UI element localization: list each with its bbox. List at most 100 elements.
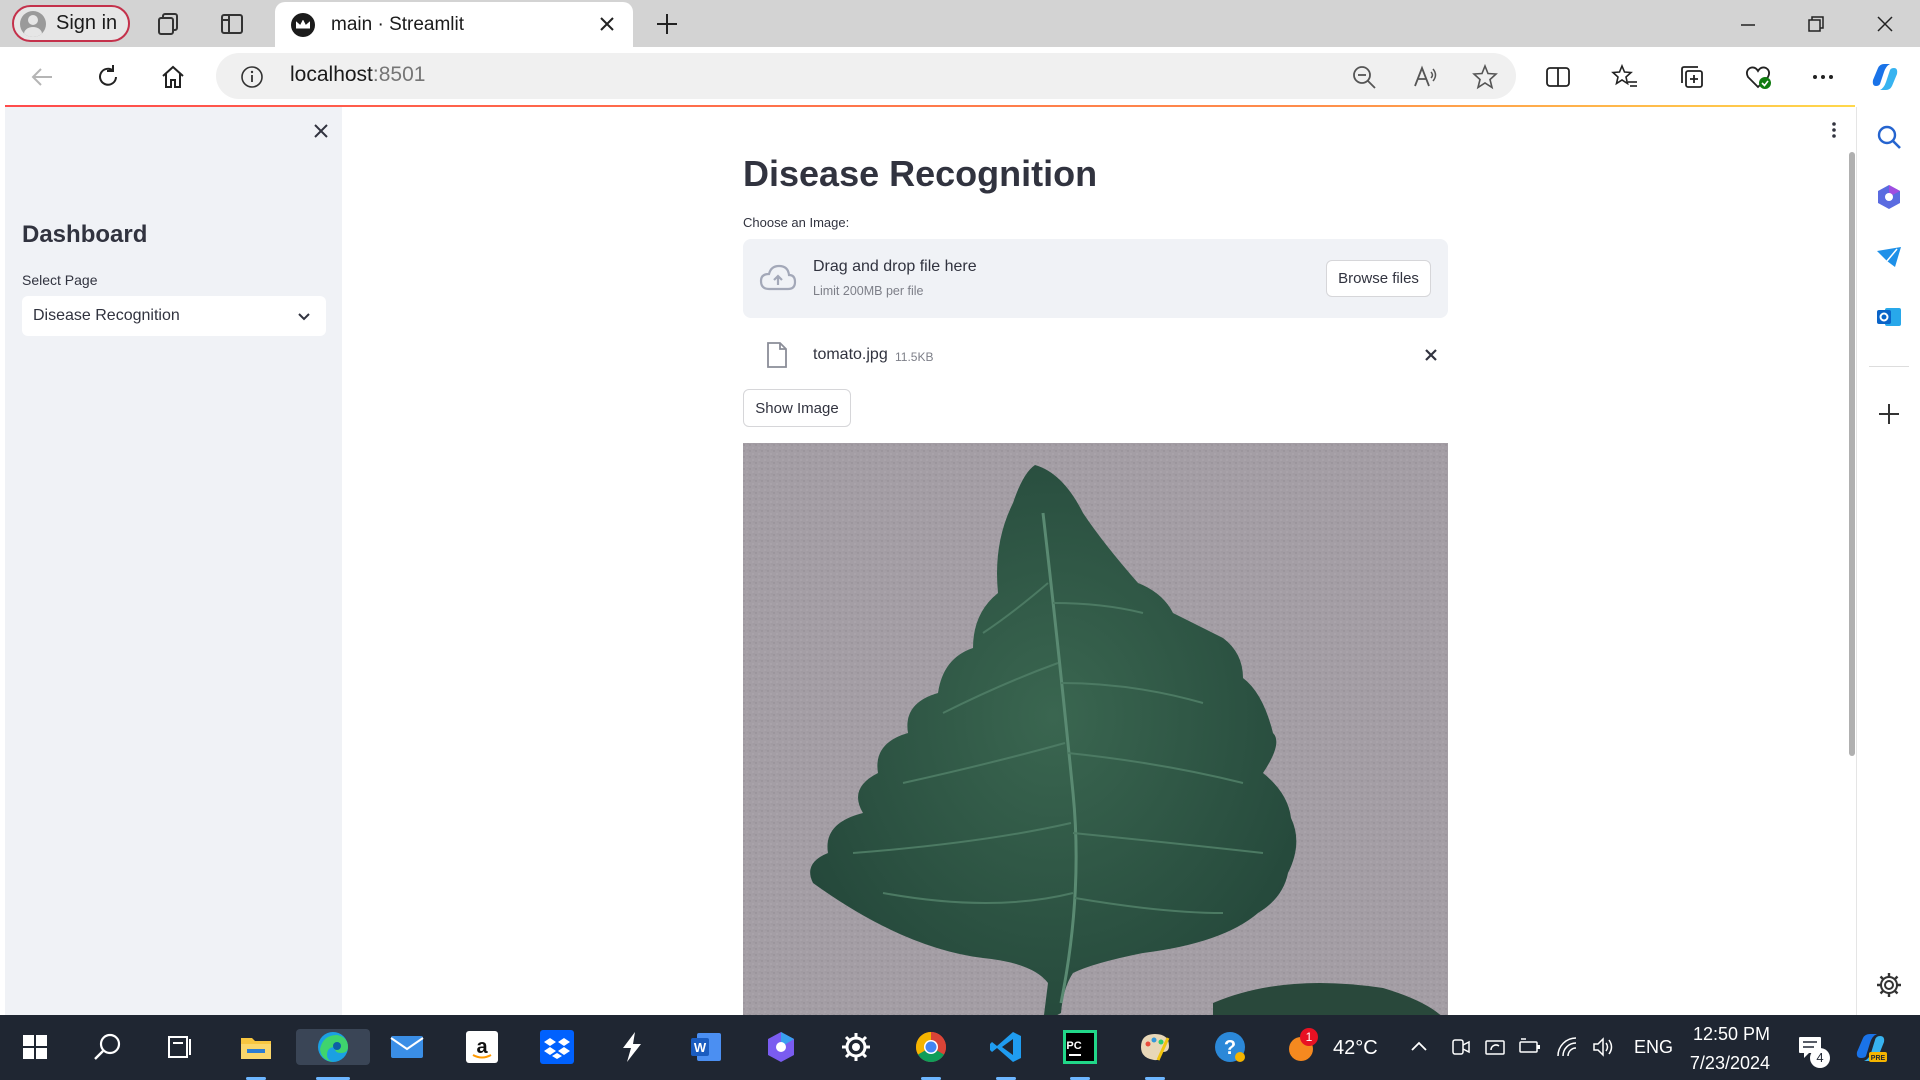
main-scrollbar-thumb[interactable] — [1849, 152, 1855, 756]
windows-taskbar: a W PC ? 1 42°C ENG 12:50 PM 7/23/2024 4… — [0, 1015, 1920, 1080]
chevron-down-icon — [296, 308, 312, 324]
url-port: :8501 — [372, 63, 426, 86]
site-info-icon[interactable] — [240, 65, 264, 89]
paint-icon[interactable] — [1137, 1029, 1173, 1065]
svg-text:W: W — [694, 1040, 707, 1055]
input-language[interactable]: ENG — [1634, 1037, 1673, 1058]
send-telegram-icon[interactable] — [1875, 243, 1903, 271]
favorite-star-icon[interactable] — [1471, 63, 1499, 91]
select-page-label: Select Page — [22, 272, 98, 288]
wifi-tray-icon[interactable] — [1482, 1029, 1508, 1065]
svg-text:PC: PC — [1066, 1040, 1081, 1052]
copilot-app-icon[interactable] — [763, 1029, 799, 1065]
uploaded-file-row: tomato.jpg 11.5KB — [743, 329, 1448, 379]
restore-window-icon[interactable] — [1796, 8, 1836, 40]
edge-browser-icon[interactable] — [296, 1029, 370, 1065]
weather-temperature[interactable]: 42°C — [1333, 1037, 1378, 1060]
tab-title: main · Streamlit — [331, 13, 465, 35]
favorites-list-icon[interactable] — [1608, 60, 1642, 94]
dropbox-icon[interactable] — [539, 1029, 575, 1065]
streamlit-main-area: Disease Recognition Choose an Image: Dra… — [342, 107, 1848, 1015]
read-aloud-icon[interactable] — [1411, 63, 1439, 91]
uploaded-file-name: tomato.jpg — [813, 346, 888, 363]
file-document-icon — [766, 342, 788, 368]
copilot-icon[interactable] — [1868, 60, 1902, 94]
streamlit-favicon-icon — [291, 12, 315, 37]
clock-time[interactable]: 12:50 PM — [1690, 1024, 1770, 1045]
weather-badge: 1 — [1300, 1028, 1318, 1046]
file-uploader-label: Choose an Image: — [743, 215, 850, 230]
address-bar[interactable]: localhost:8501 — [216, 53, 1516, 99]
new-tab-plus-icon[interactable] — [652, 9, 682, 39]
battery-icon[interactable] — [1517, 1029, 1543, 1065]
url-text[interactable]: localhost:8501 — [290, 63, 425, 87]
cloud-upload-icon — [759, 263, 797, 293]
word-icon[interactable]: W — [688, 1029, 724, 1065]
select-page-value: Disease Recognition — [33, 307, 180, 324]
file-dropzone[interactable]: Drag and drop file here Limit 200MB per … — [743, 239, 1448, 318]
uploaded-tomato-leaf-image — [743, 443, 1448, 1015]
minimize-window-icon[interactable] — [1728, 8, 1768, 40]
url-host: localhost — [290, 63, 373, 86]
svg-text:PRE: PRE — [1871, 1055, 1886, 1062]
browser-toolbar: localhost:8501 — [0, 47, 1920, 105]
taskbar-search-icon[interactable] — [90, 1029, 126, 1065]
zoom-out-icon[interactable] — [1350, 63, 1378, 91]
vscode-icon[interactable] — [988, 1029, 1024, 1065]
notification-count-badge: 4 — [1810, 1048, 1830, 1068]
mail-icon[interactable] — [389, 1029, 425, 1065]
clock-date[interactable]: 7/23/2024 — [1682, 1053, 1770, 1074]
workspaces-icon[interactable] — [154, 9, 184, 39]
browser-tab-strip: Sign in main · Streamlit — [0, 0, 1920, 47]
search-icon[interactable] — [1875, 123, 1903, 151]
more-options-icon[interactable] — [1806, 60, 1840, 94]
home-icon[interactable] — [156, 60, 190, 94]
browser-essentials-icon[interactable] — [1741, 60, 1775, 94]
settings-app-gear-icon[interactable] — [838, 1029, 874, 1065]
sidebar-heading: Dashboard — [22, 221, 148, 248]
volume-speaker-icon[interactable] — [1590, 1029, 1616, 1065]
file-explorer-icon[interactable] — [238, 1029, 274, 1065]
vertical-tabs-icon[interactable] — [217, 9, 247, 39]
network-icon[interactable] — [1555, 1029, 1581, 1065]
amazon-icon[interactable]: a — [464, 1029, 500, 1065]
get-help-icon[interactable]: ? — [1212, 1029, 1248, 1065]
remove-file-close-icon[interactable] — [1423, 347, 1439, 363]
meet-now-icon[interactable] — [1448, 1029, 1474, 1065]
back-arrow-icon[interactable] — [25, 60, 59, 94]
copilot-designer-icon[interactable] — [1875, 183, 1903, 211]
streamlit-sidebar: Dashboard Select Page Disease Recognitio… — [5, 107, 342, 1015]
task-view-icon[interactable] — [162, 1029, 198, 1065]
close-tab-icon[interactable] — [595, 12, 619, 36]
collections-icon[interactable] — [1675, 60, 1709, 94]
refresh-icon[interactable] — [91, 60, 125, 94]
settings-gear-icon[interactable] — [1875, 971, 1903, 999]
svg-text:?: ? — [1224, 1037, 1236, 1059]
close-window-icon[interactable] — [1865, 8, 1905, 40]
edge-sidebar-divider — [1869, 366, 1909, 367]
page-title: Disease Recognition — [743, 153, 1098, 194]
edge-sidebar — [1856, 107, 1920, 1015]
dropzone-instructions: Drag and drop file here — [813, 258, 977, 275]
split-screen-icon[interactable] — [1541, 60, 1575, 94]
svg-text:a: a — [476, 1036, 488, 1058]
lightning-app-icon[interactable] — [614, 1029, 650, 1065]
browse-files-button[interactable]: Browse files — [1326, 260, 1431, 297]
profile-avatar-icon — [20, 10, 46, 37]
copilot-preview-icon[interactable]: PRE — [1852, 1029, 1888, 1065]
pycharm-icon[interactable]: PC — [1062, 1029, 1098, 1065]
show-hidden-icons-chevron-up-icon[interactable] — [1406, 1029, 1432, 1065]
show-image-button[interactable]: Show Image — [743, 389, 851, 427]
collapse-sidebar-close-icon[interactable] — [311, 121, 331, 141]
profile-sign-in-button[interactable]: Sign in — [12, 5, 130, 42]
add-app-plus-icon[interactable] — [1875, 400, 1903, 428]
windows-start-icon[interactable] — [17, 1029, 53, 1065]
dropzone-size-limit: Limit 200MB per file — [813, 284, 924, 298]
chrome-icon[interactable] — [913, 1029, 949, 1065]
outlook-icon[interactable] — [1875, 303, 1903, 331]
uploaded-file-size: 11.5KB — [895, 350, 934, 364]
select-page-dropdown[interactable]: Disease Recognition — [22, 296, 326, 336]
active-tab[interactable]: main · Streamlit — [275, 2, 633, 47]
sign-in-label: Sign in — [56, 12, 118, 34]
main-menu-kebab-icon[interactable] — [1831, 121, 1837, 139]
